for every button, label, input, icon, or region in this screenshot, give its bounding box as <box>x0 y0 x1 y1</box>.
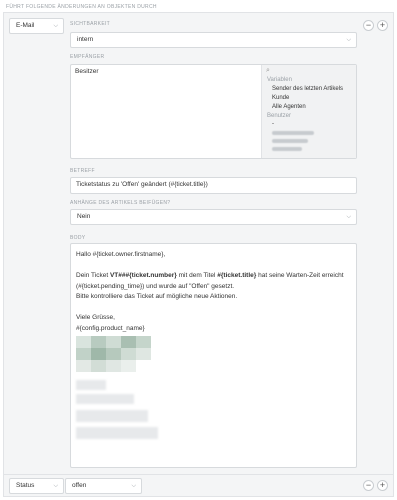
body-editor[interactable]: Hallo #{ticket.owner.firstname}, Dein Ti… <box>70 243 357 468</box>
action-type-value: E-Mail <box>16 22 35 29</box>
empfaenger-label: EMPFÄNGER <box>70 54 105 60</box>
chevron-down-icon: ⌵ <box>131 483 136 489</box>
option-sender[interactable]: Sender des letzten Artikels <box>272 86 343 92</box>
body-ticket-number: VT###{ticket.number} <box>109 272 177 279</box>
body-greeting: Hallo #{ticket.owner.firstname}, <box>76 251 166 258</box>
anhaenge-value: Nein <box>77 213 91 220</box>
blurred-user-option[interactable] <box>272 139 308 143</box>
anhaenge-select[interactable]: Nein ⌵ <box>70 209 357 225</box>
body-line1-a: Dein Ticket <box>76 272 110 279</box>
chevron-down-icon: ⌵ <box>346 214 351 220</box>
body-line2: (#{ticket.pending_time}) und wurde auf "… <box>76 282 235 290</box>
search-icon[interactable]: ⌕ <box>266 67 270 75</box>
action-row-status: Status ⌵ offen ⌵ − + <box>3 474 394 497</box>
sichtbarkeit-value: intern <box>77 36 94 43</box>
sichtbarkeit-label: SICHTBARKEIT <box>70 21 110 27</box>
blurred-signature-block <box>76 380 106 390</box>
group-title-variablen: Variablen <box>267 77 292 83</box>
betreff-label: BETREFF <box>70 168 95 174</box>
body-ticket-title: #{ticket.title} <box>217 272 257 279</box>
sichtbarkeit-select[interactable]: intern ⌵ <box>70 32 357 48</box>
betreff-value: Ticketstatus zu 'Offen' geändert (#{tick… <box>76 181 208 188</box>
option-kunde[interactable]: Kunde <box>272 95 289 101</box>
blurred-signature-block <box>76 427 158 439</box>
option-none[interactable]: - <box>272 121 274 127</box>
blurred-signature-block <box>76 394 134 404</box>
empfaenger-selected-item[interactable]: Besitzer <box>75 68 98 75</box>
blurred-signature-block <box>76 410 148 422</box>
action-type-select[interactable]: E-Mail ⌵ <box>9 18 64 34</box>
blurred-user-option[interactable] <box>272 147 302 151</box>
section-header: FÜHRT FOLGENDE ÄNDERUNGEN AN OBJEKTEN DU… <box>6 4 157 10</box>
body-line1-c: mit dem Titel <box>176 272 218 279</box>
remove-row-button[interactable]: − <box>363 480 374 491</box>
body-signature: #{config.product_name} <box>76 324 145 332</box>
add-row-button[interactable]: + <box>377 20 388 31</box>
status-value: offen <box>72 482 87 489</box>
blurred-user-option[interactable] <box>272 131 314 135</box>
option-alle-agenten[interactable]: Alle Agenten <box>272 104 306 110</box>
chevron-down-icon: ⌵ <box>53 483 58 489</box>
body-label: BODY <box>70 235 86 241</box>
chevron-down-icon: ⌵ <box>53 23 58 29</box>
add-row-button[interactable]: + <box>377 480 388 491</box>
empfaenger-multiselect[interactable]: Besitzer ⌕ Variablen Sender des letzten … <box>70 64 357 159</box>
anhaenge-label: ANHÄNGE DES ARTIKELS BEIFÜGEN? <box>70 200 171 206</box>
action-row-email: E-Mail ⌵ − + SICHTBARKEIT intern ⌵ EMPFÄ… <box>3 12 394 477</box>
remove-row-button[interactable]: − <box>363 20 374 31</box>
empfaenger-options-panel: ⌕ Variablen Sender des letzten Artikels … <box>261 65 356 158</box>
body-text: Hallo #{ticket.owner.firstname}, Dein Ti… <box>76 250 356 334</box>
action-type-select[interactable]: Status ⌵ <box>9 478 64 494</box>
body-line1-e: hat seine Warten-Zeit erreicht <box>256 272 344 279</box>
status-select[interactable]: offen ⌵ <box>65 478 142 494</box>
group-title-benutzer: Benutzer <box>267 113 292 119</box>
body-closing: Viele Grüsse, <box>76 314 115 321</box>
chevron-down-icon: ⌵ <box>346 37 351 43</box>
body-line3: Bitte kontrolliere das Ticket auf möglic… <box>76 293 238 300</box>
betreff-input[interactable]: Ticketstatus zu 'Offen' geändert (#{tick… <box>70 177 357 194</box>
action-type-value: Status <box>16 482 35 489</box>
